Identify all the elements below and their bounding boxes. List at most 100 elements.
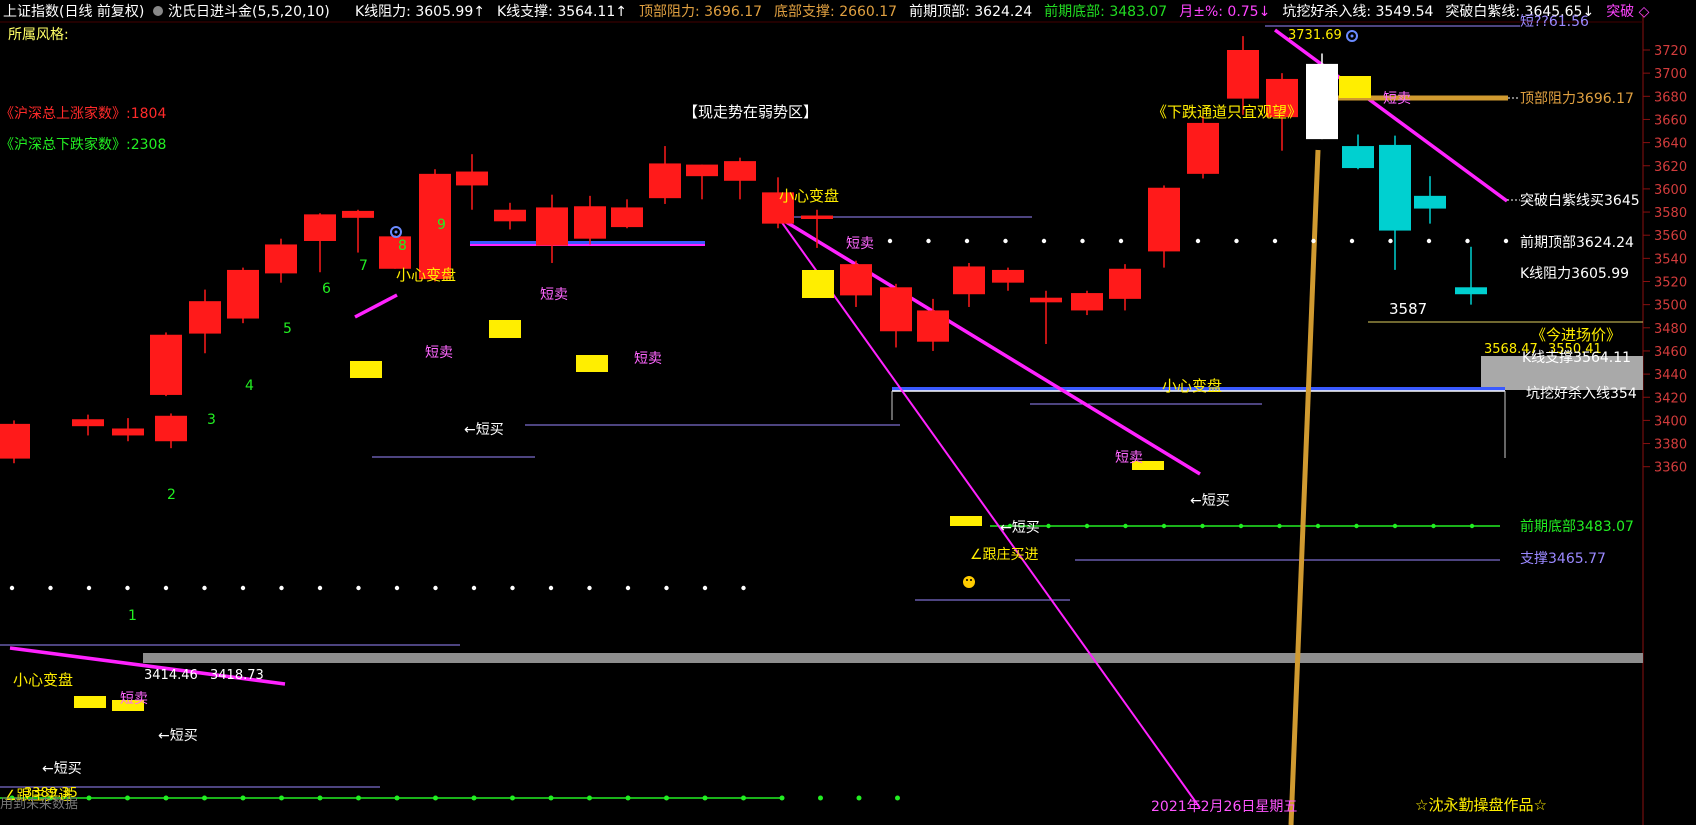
- y-tick-label: 3460: [1654, 345, 1687, 360]
- header-item: 月±%: 0.75↓: [1179, 4, 1270, 20]
- indicator-name: 沈氏日进斗金(5,5,20,10): [168, 4, 330, 20]
- support-band: [143, 653, 1643, 663]
- style-label: 所属风格:: [8, 27, 69, 43]
- header-item: K线阻力: 3605.99↑: [355, 4, 485, 20]
- candle-body: [72, 419, 104, 427]
- header-item: 突破 ◇: [1606, 4, 1649, 20]
- dot: [548, 585, 554, 591]
- candle-body: [155, 415, 187, 442]
- dot: [163, 585, 169, 591]
- candle-body: [649, 163, 681, 199]
- dot: [1080, 238, 1085, 244]
- dot: [48, 585, 53, 591]
- dot: [125, 585, 130, 591]
- candle-body: [1148, 187, 1180, 252]
- sequence-number: 2: [167, 487, 176, 503]
- y-tick-label: 3600: [1654, 183, 1687, 198]
- dot: [1426, 238, 1432, 244]
- candlestick-chart[interactable]: 3360 3380 3400 3420 3440 3460 3480 3500 3520 3540…: [0, 0, 1696, 825]
- dot: [779, 795, 785, 801]
- short-sell-label: 短卖: [1383, 91, 1411, 107]
- dot: [1465, 238, 1470, 244]
- dot: [926, 238, 931, 244]
- candle-body: [724, 161, 756, 181]
- candle-body: [342, 210, 374, 218]
- careful-label: 小心变盘: [396, 266, 456, 284]
- prev-bottom-label: 前期底部3483.07: [1520, 518, 1634, 535]
- dot: [1195, 238, 1201, 244]
- price-label: 3731.69: [1288, 28, 1342, 43]
- dot: [1118, 238, 1124, 244]
- y-tick-label: 3380: [1654, 438, 1687, 453]
- dot: [1503, 238, 1509, 244]
- entry-price-label: 《今进场价》: [1531, 326, 1621, 344]
- dot: [1272, 238, 1278, 244]
- dot: [394, 585, 400, 591]
- dot: [856, 795, 862, 801]
- y-tick-label: 3560: [1654, 229, 1687, 244]
- candle-body: [1071, 293, 1103, 311]
- dot: [587, 795, 592, 801]
- candle-body: [917, 310, 949, 342]
- chart-title[interactable]: 上证指数(日线 前复权): [3, 3, 144, 20]
- dot: [664, 585, 669, 591]
- short-buy-label: ←短买: [42, 761, 82, 777]
- dot: [356, 795, 361, 801]
- dot: [86, 795, 92, 801]
- dot: [202, 795, 207, 801]
- dot: [86, 585, 92, 591]
- dot: [1431, 523, 1436, 529]
- break-line-label: 突破白紫线买3645: [1520, 193, 1640, 209]
- sequence-number: 9: [437, 217, 446, 233]
- dot: [818, 795, 823, 801]
- dot: [125, 795, 130, 801]
- dot: [664, 795, 669, 801]
- y-tick-label: 3440: [1654, 368, 1687, 383]
- prev-top-label: 前期顶部3624.24: [1520, 234, 1634, 251]
- candle-body: [227, 269, 259, 319]
- signal-block: [950, 516, 982, 526]
- careful-label: 小心变盘: [779, 187, 839, 205]
- candle-body: [1030, 297, 1062, 303]
- candle-body: [1379, 144, 1411, 231]
- sequence-number: 6: [322, 281, 331, 297]
- signal-block: [350, 361, 382, 378]
- up-count: 《沪深总上涨家数》:1804: [0, 105, 166, 122]
- candle-body: [880, 287, 912, 332]
- candle-body: [953, 266, 985, 295]
- header-item: 坑挖好杀入线: 3549.54: [1282, 4, 1433, 20]
- signal-block: [802, 270, 834, 298]
- dot: [317, 795, 323, 801]
- candle-body: [1342, 146, 1374, 169]
- sequence-number: 5: [283, 321, 292, 337]
- dot: [741, 585, 746, 591]
- short-sell-label: 短卖: [120, 691, 148, 707]
- top-resist-label: 顶部阻力3696.17: [1520, 91, 1634, 107]
- dot: [1161, 523, 1167, 529]
- dot: [625, 795, 631, 801]
- dot: [394, 795, 400, 801]
- dot: [964, 238, 970, 244]
- sequence-number: 7: [359, 258, 368, 274]
- y-tick-label: 3660: [1654, 113, 1687, 128]
- candle-body: [1227, 50, 1259, 99]
- settings-icon[interactable]: [153, 6, 163, 16]
- header-item: 底部支撑: 2660.17: [774, 4, 897, 20]
- dot: [1392, 523, 1398, 529]
- candle-body: [1109, 268, 1141, 299]
- signal-block: [74, 696, 106, 708]
- candle-body: [574, 206, 606, 239]
- header-item: 前期顶部: 3624.24: [909, 3, 1032, 20]
- dot: [279, 585, 284, 591]
- chart-background: [0, 0, 1696, 825]
- dot: [317, 585, 323, 591]
- signal-block: [489, 320, 521, 338]
- down-channel-note: 《下跌通道只宜观望》: [1152, 103, 1302, 121]
- header-items: K线阻力: 3605.99↑ K线支撑: 3564.11↑ 顶部阻力: 3696.1…: [355, 3, 1650, 20]
- sequence-number: 1: [128, 608, 137, 624]
- y-tick-label: 3580: [1654, 206, 1687, 221]
- y-tick-label: 3400: [1654, 414, 1687, 429]
- dot: [1238, 523, 1244, 529]
- dot: [1311, 238, 1316, 244]
- short-sell-label: 短卖: [425, 345, 453, 361]
